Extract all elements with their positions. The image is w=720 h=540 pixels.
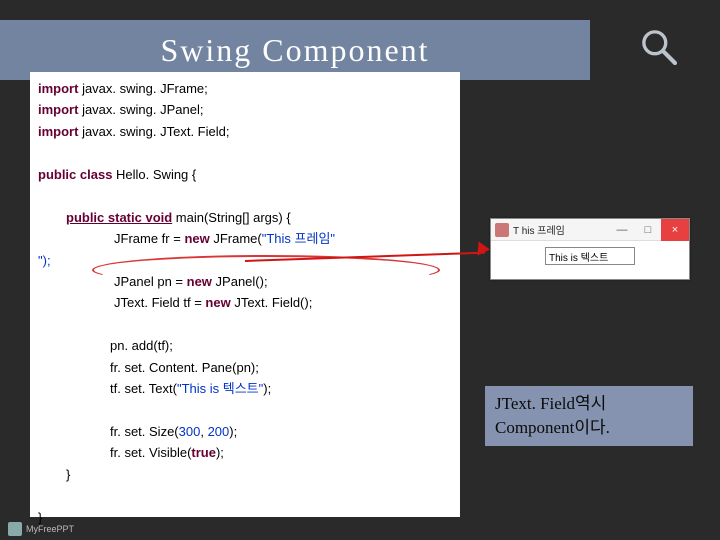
footer: MyFreePPT [8, 522, 74, 536]
code-text: JFrame fr = [114, 231, 184, 246]
footer-logo-icon [8, 522, 22, 536]
bool-lit: true [191, 445, 216, 460]
window-titlebar: T his 프레임 — □ × [491, 219, 689, 241]
code-text: pn. add(tf); [110, 338, 173, 353]
code-text: javax. swing. JPanel; [78, 102, 203, 117]
code-text: JText. Field tf = [114, 295, 205, 310]
close-button[interactable]: × [661, 219, 689, 241]
keyword: new [184, 231, 209, 246]
code-text: } [66, 467, 70, 482]
footer-text: MyFreePPT [26, 524, 74, 534]
code-text: ); [229, 424, 237, 439]
callout-box: JText. Field역시 Component이다. [485, 386, 693, 446]
code-text: fr. set. Content. Pane(pn); [110, 360, 259, 375]
keyword: new [205, 295, 230, 310]
window-body [491, 241, 689, 265]
callout-line: JText. Field역시 [495, 392, 683, 416]
keyword: import [38, 124, 78, 139]
keyword: public static void [66, 210, 172, 225]
code-text: tf. set. Text( [110, 381, 177, 396]
code-text: javax. swing. JFrame; [78, 81, 207, 96]
minimize-button[interactable]: — [609, 224, 635, 236]
title-banner: Swing Component [0, 20, 590, 80]
magnifier-icon [638, 26, 680, 68]
string-lit: "This 프레임" [262, 231, 335, 246]
runtime-window: T his 프레임 — □ × [490, 218, 690, 280]
code-text: fr. set. Visible( [110, 445, 191, 460]
keyword: import [38, 81, 78, 96]
code-text: "); [38, 253, 51, 268]
number-lit: 200 [208, 424, 230, 439]
code-text: fr. set. Size( [110, 424, 179, 439]
code-listing: import javax. swing. JFrame; import java… [30, 72, 460, 517]
string-lit: "This is 텍스트" [177, 381, 263, 396]
number-lit: 300 [179, 424, 201, 439]
code-text: , [200, 424, 207, 439]
keyword: public class [38, 167, 112, 182]
code-text: main(String[] args) { [172, 210, 291, 225]
code-text: ); [263, 381, 271, 396]
code-text: JText. Field(); [231, 295, 313, 310]
app-icon [495, 223, 509, 237]
code-text: JPanel(); [212, 274, 268, 289]
maximize-button[interactable]: □ [635, 224, 661, 236]
slide-title: Swing Component [160, 32, 429, 69]
window-title: T his 프레임 [513, 222, 609, 237]
code-text: Hello. Swing { [112, 167, 196, 182]
callout-line: Component이다. [495, 416, 683, 440]
code-text: ); [216, 445, 224, 460]
annotation-arrowhead [477, 242, 490, 257]
keyword: new [187, 274, 212, 289]
code-text: JFrame( [210, 231, 262, 246]
code-text: javax. swing. JText. Field; [78, 124, 229, 139]
text-field[interactable] [545, 247, 635, 265]
keyword: import [38, 102, 78, 117]
code-text: JPanel pn = [114, 274, 187, 289]
